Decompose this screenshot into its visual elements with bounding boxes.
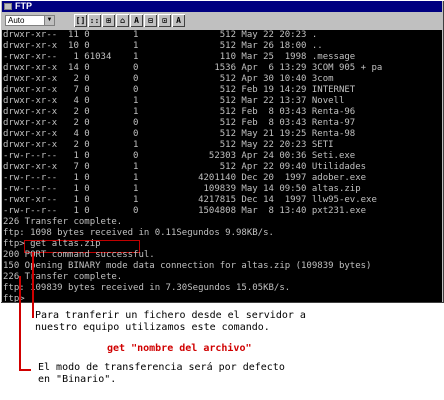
- terminal-line: drwxr-xr-x 2 0 0 512 Feb 8 03:43 Renta-9…: [3, 118, 356, 128]
- copy-button[interactable]: []: [74, 14, 87, 27]
- terminal-line: drwxr-xr-x 2 0 0 512 Apr 30 10:40 3com: [3, 74, 334, 84]
- pointer-line-command: [32, 253, 34, 318]
- font-button[interactable]: A: [130, 14, 143, 27]
- toolbar: Auto ▼ []:: ⊞ ⌂ A ⊟ ⊡ A: [2, 13, 442, 29]
- terminal-line: ftp> get altas.zip: [3, 239, 101, 249]
- pointer-line-binary-tick: [19, 369, 31, 371]
- title-bar[interactable]: FTP: [2, 1, 442, 12]
- screen-button[interactable]: ⊡: [158, 14, 171, 27]
- terminal-line: -rw-r--r-- 1 0 0 1504808 Mar 8 13:40 pxt…: [3, 206, 367, 216]
- terminal-line: drwxr-xr-- 11 0 1 512 May 22 20:23 .: [3, 30, 318, 40]
- terminal-line: drwxr-xr-x 2 0 1 512 May 22 20:23 SETI: [3, 140, 334, 150]
- terminal-line: 150 Opening BINARY mode data connection …: [3, 261, 372, 271]
- font-size-value: Auto: [8, 16, 25, 25]
- terminal-line: ftp>: [3, 294, 25, 302]
- font-size-select[interactable]: Auto ▼: [5, 15, 55, 26]
- annotation-command-line1: Para tranferir un fichero desde el servi…: [35, 310, 306, 321]
- terminal-line: 226 Transfer complete.: [3, 217, 123, 227]
- properties-button[interactable]: ⊟: [144, 14, 157, 27]
- terminal-line: -rw-r--r-- 1 0 0 52303 Apr 24 00:36 Seti…: [3, 151, 356, 161]
- terminal-line: -rw-r--r-- 1 0 1 109839 May 14 09:50 alt…: [3, 184, 361, 194]
- terminal-line: -rwxr-xr-- 1 61034 1 110 Mar 25 1998 .me…: [3, 52, 356, 62]
- annotation-command-syntax: get "nombre del archivo": [107, 343, 252, 354]
- ftp-app-icon: [4, 3, 12, 10]
- terminal-line: drwxr-xr-x 14 0 0 1536 Apr 6 13:29 3COM …: [3, 63, 383, 73]
- terminal-line: drwxr-xr-x 2 0 1 512 Feb 8 03:43 Renta-9…: [3, 107, 356, 117]
- paste-button[interactable]: ::: [88, 14, 101, 27]
- terminal-line: -rw-r--r-- 1 0 1 4201140 Dec 20 1997 ado…: [3, 173, 367, 183]
- terminal-line: ftp: 109839 bytes received in 7.30Segund…: [3, 283, 291, 293]
- terminal-line: drwxr-xr-x 4 0 1 512 Mar 22 13:37 Novell: [3, 96, 345, 106]
- terminal-line: drwxr-xr-x 7 0 1 512 Apr 22 09:40 Utilid…: [3, 162, 367, 172]
- bold-font-button[interactable]: A: [172, 14, 185, 27]
- annotation-command-line2: nuestro equipo utilizamos este comando.: [35, 322, 270, 333]
- annotation-binary-line2: en "Binario".: [38, 374, 117, 385]
- terminal-line: ftp: 1098 bytes received in 0.11Segundos…: [3, 228, 274, 238]
- pointer-line-binary: [19, 276, 21, 370]
- fullscreen-button[interactable]: ⊞: [102, 14, 115, 27]
- terminal-line: drwxr-xr-x 4 0 0 512 May 21 19:25 Renta-…: [3, 129, 356, 139]
- terminal-line: drwxr-xr-x 7 0 0 512 Feb 19 14:29 INTERN…: [3, 85, 356, 95]
- background-button[interactable]: ⌂: [116, 14, 129, 27]
- annotation-binary-line1: El modo de transferencia será por defect…: [38, 362, 285, 373]
- chevron-down-icon[interactable]: ▼: [44, 16, 54, 25]
- terminal-line: -rwxr-xr-- 1 0 1 4217815 Dec 14 1997 llw…: [3, 195, 377, 205]
- terminal-line: drwxr-xr-x 10 0 1 512 Mar 26 18:00 ..: [3, 41, 323, 51]
- window-title: FTP: [15, 1, 32, 11]
- ftp-window: FTP Auto ▼ []:: ⊞ ⌂ A ⊟ ⊡ A drwxr-xr-- 11 0 1 …: [0, 0, 444, 303]
- terminal-output[interactable]: drwxr-xr-- 11 0 1 512 May 22 20:23 . drwx…: [2, 30, 442, 302]
- terminal-line: 200 PORT command successful.: [3, 250, 155, 260]
